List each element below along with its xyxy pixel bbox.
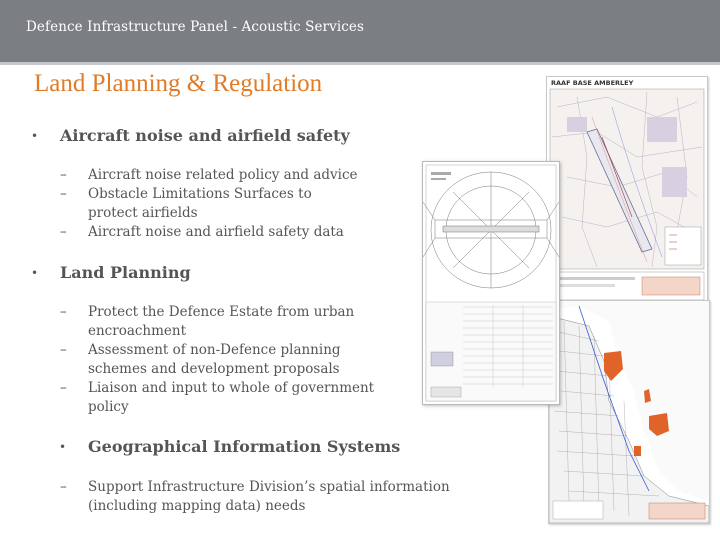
sub-bullet-text: Obstacle Limitations Surfaces to protect… bbox=[88, 186, 312, 221]
amberley-map-graphic bbox=[549, 88, 705, 301]
sub-bullet: – Assessment of non-Defence planning sch… bbox=[60, 341, 373, 379]
ols-plan-graphic bbox=[423, 164, 559, 402]
sub-bullet-text: Aircraft noise related policy and advice bbox=[88, 167, 358, 183]
amberley-map-image: RAAF BASE AMBERLEY bbox=[546, 76, 708, 304]
sub-bullet: – Obstacle Limitations Surfaces to prote… bbox=[60, 185, 338, 223]
sub-bullet: – Support Infrastructure Division’s spat… bbox=[60, 478, 478, 516]
dash-icon: – bbox=[60, 224, 67, 240]
sub-bullet-text: Liaison and input to whole of government… bbox=[88, 380, 375, 415]
regional-map-graphic bbox=[549, 301, 709, 523]
bullet-dot-icon: • bbox=[31, 129, 39, 143]
slide-title: Land Planning & Regulation bbox=[34, 70, 323, 97]
sub-bullet-text: Aircraft noise and airfield safety data bbox=[88, 224, 344, 240]
sub-bullet: – Aircraft noise and airfield safety dat… bbox=[60, 223, 388, 242]
bullet-land-planning: • Land Planning bbox=[31, 263, 191, 282]
header-rule bbox=[0, 62, 720, 65]
sub-bullet-text: Assessment of non-Defence planning schem… bbox=[88, 342, 341, 377]
dash-icon: – bbox=[60, 342, 67, 358]
obstacle-limitation-surfaces-plan-image bbox=[422, 161, 560, 405]
regional-planning-map-image bbox=[548, 300, 710, 524]
dash-icon: – bbox=[60, 479, 67, 495]
sub-bullet: – Liaison and input to whole of governme… bbox=[60, 379, 388, 417]
dash-icon: – bbox=[60, 186, 67, 202]
sub-bullet: – Aircraft noise related policy and advi… bbox=[60, 166, 388, 185]
bullet-heading: Land Planning bbox=[60, 263, 191, 282]
bullet-dot-icon: • bbox=[59, 440, 67, 454]
bullet-heading: Aircraft noise and airfield safety bbox=[60, 126, 350, 145]
dash-icon: – bbox=[60, 167, 67, 183]
bullet-gis: • Geographical Information Systems bbox=[59, 437, 401, 456]
dash-icon: – bbox=[60, 304, 67, 320]
bullet-aircraft-noise: • Aircraft noise and airfield safety bbox=[31, 126, 350, 145]
bullet-heading: Geographical Information Systems bbox=[88, 437, 401, 456]
sub-bullet: – Protect the Defence Estate from urban … bbox=[60, 303, 373, 341]
dash-icon: – bbox=[60, 380, 67, 396]
sub-bullet-text: Protect the Defence Estate from urban en… bbox=[88, 304, 355, 339]
header-title: Defence Infrastructure Panel - Acoustic … bbox=[26, 19, 365, 35]
bullet-dot-icon: • bbox=[31, 266, 39, 280]
sub-bullet-text: Support Infrastructure Division’s spatia… bbox=[88, 479, 450, 514]
